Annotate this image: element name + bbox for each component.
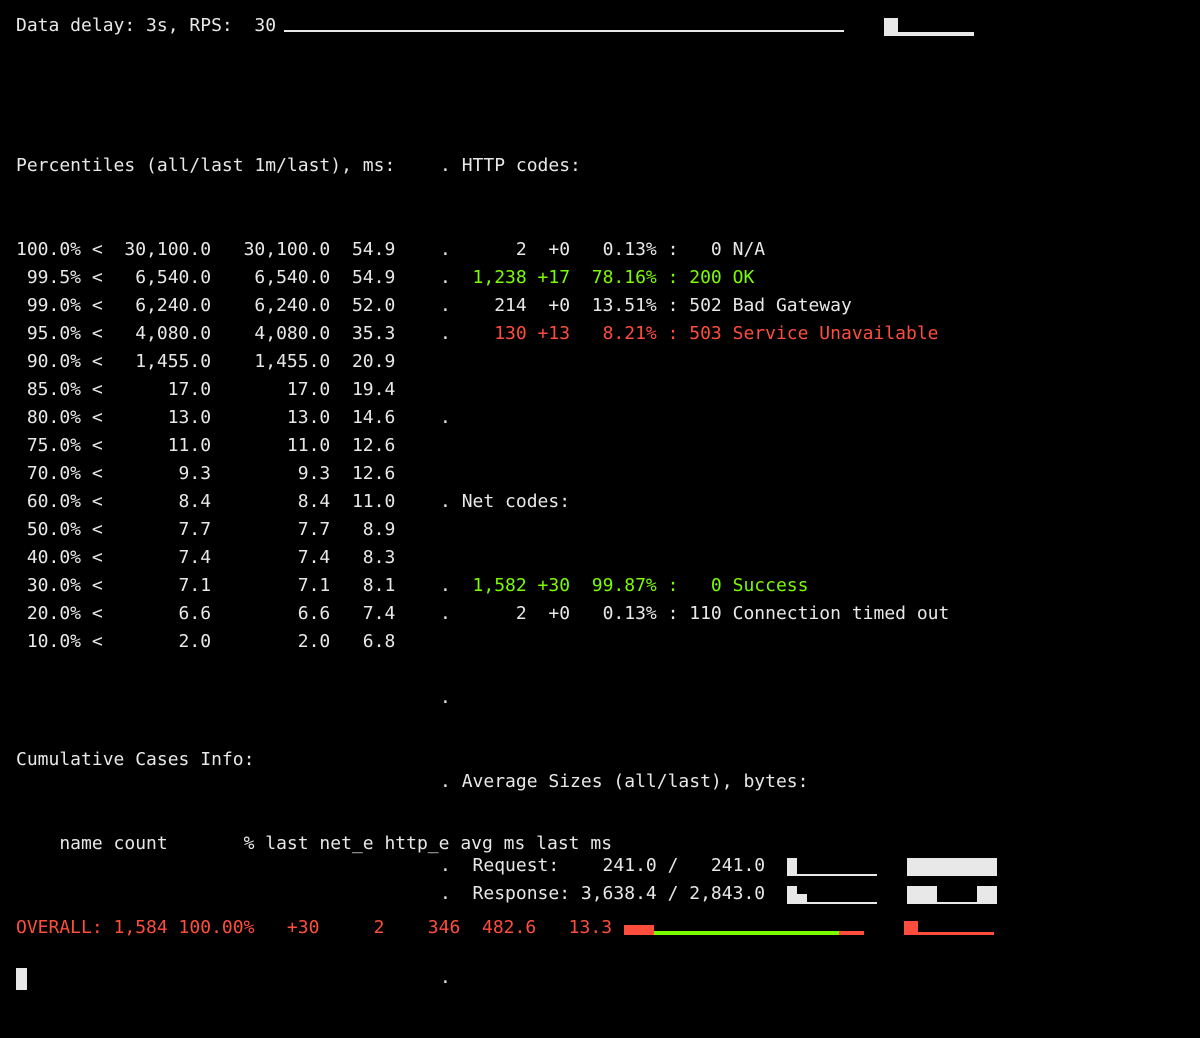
net-code-row: . 2 +0 0.13% : 110 Connection timed out: [440, 600, 997, 628]
percentile-row: 90.0% < 1,455.0 1,455.0 20.9: [16, 348, 395, 376]
net-codes-title: . Net codes:: [440, 488, 997, 516]
rps-mini-chart: [884, 16, 974, 36]
percentile-row: 70.0% < 9.3 9.3 12.6: [16, 460, 395, 488]
http-code-row: . 1,238 +17 78.16% : 200 OK: [440, 264, 997, 292]
net-code-row: . 1,582 +30 99.87% : 0 Success: [440, 572, 997, 600]
percentile-row: 40.0% < 7.4 7.4 8.3: [16, 544, 395, 572]
cumulative-sparkline: [624, 921, 864, 935]
http-codes-title: . HTTP codes:: [440, 152, 997, 180]
http-code-row: . 2 +0 0.13% : 0 N/A: [440, 236, 997, 264]
percentile-row: 60.0% < 8.4 8.4 11.0: [16, 488, 395, 516]
percentile-row: 85.0% < 17.0 17.0 19.4: [16, 376, 395, 404]
data-delay-rps-label: Data delay: 3s, RPS: 30: [16, 12, 276, 40]
percentiles-panel: Percentiles (all/last 1m/last), ms: 100.…: [16, 96, 395, 712]
rps-sparkline: [284, 20, 844, 32]
cumulative-header: name count % last net_e http_e avg ms la…: [16, 830, 994, 858]
percentile-row: 10.0% < 2.0 2.0 6.8: [16, 628, 395, 656]
percentile-row: 50.0% < 7.7 7.7 8.9: [16, 516, 395, 544]
percentile-row: 95.0% < 4,080.0 4,080.0 35.3: [16, 320, 395, 348]
cumulative-mini-chart: [904, 919, 994, 935]
http-code-row: . 130 +13 8.21% : 503 Service Unavailabl…: [440, 320, 997, 348]
cumulative-overall-row: OVERALL: 1,584 100.00% +30 2 346 482.6 1…: [16, 914, 994, 942]
http-code-row: . 214 +0 13.51% : 502 Bad Gateway: [440, 292, 997, 320]
percentile-row: 100.0% < 30,100.0 30,100.0 54.9: [16, 236, 395, 264]
percentile-row: 75.0% < 11.0 11.0 12.6: [16, 432, 395, 460]
top-status-bar: Data delay: 3s, RPS: 30: [16, 12, 1184, 40]
percentile-row: 99.0% < 6,240.0 6,240.0 52.0: [16, 292, 395, 320]
percentile-row: 20.0% < 6.6 6.6 7.4: [16, 600, 395, 628]
percentile-row: 80.0% < 13.0 13.0 14.6: [16, 404, 395, 432]
cumulative-title: Cumulative Cases Info:: [16, 746, 994, 774]
percentile-row: 30.0% < 7.1 7.1 8.1: [16, 572, 395, 600]
percentiles-title: Percentiles (all/last 1m/last), ms:: [16, 152, 395, 180]
cumulative-panel: Cumulative Cases Info: name count % last…: [16, 690, 994, 998]
spacer-dot: .: [440, 404, 997, 432]
percentile-row: 99.5% < 6,540.0 6,540.0 54.9: [16, 264, 395, 292]
terminal-cursor: [16, 968, 27, 990]
